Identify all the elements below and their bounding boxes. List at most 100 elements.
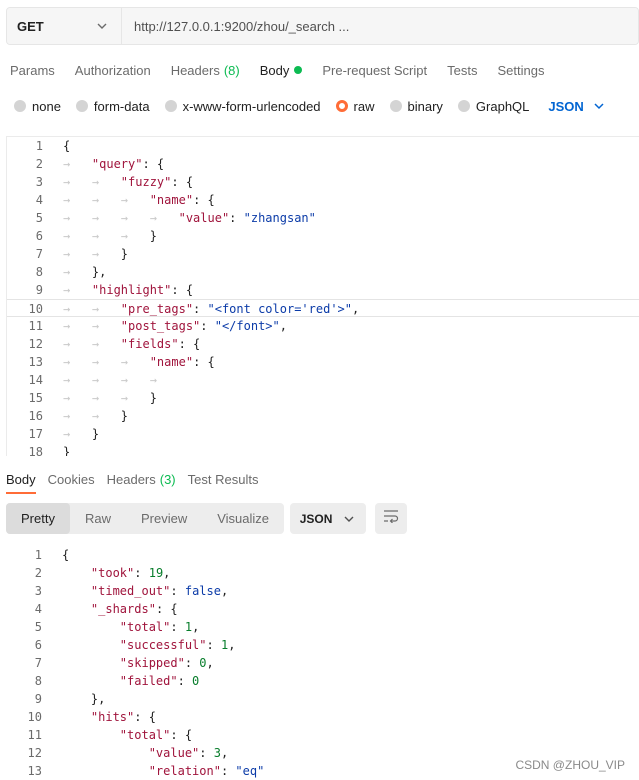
body-format-label: JSON [548,98,584,114]
line-number: 5 [34,620,42,634]
code-line: 15 → → → } [7,389,639,407]
json-key: "hits" [90,710,135,724]
body-format-dropdown[interactable]: JSON [548,99,605,114]
code-line: 16 → → } [7,407,639,425]
tab-authorization[interactable]: Authorization [65,52,161,88]
code-text: → → "fields": { [63,337,201,351]
method-selector[interactable]: GET [7,8,122,44]
radio-x-www-form-urlencoded[interactable]: x-www-form-urlencoded [164,99,321,114]
code-text: → → } [63,409,129,423]
code-line: 8 "failed": 0 [6,672,639,690]
tab-label: Params [10,62,55,78]
response-format-label: JSON [299,511,333,526]
url-input[interactable]: http://127.0.0.1:9200/zhou/_search ... [122,8,638,44]
line-number: 4 [35,193,43,207]
line-number: 11 [27,728,42,742]
request-body-editor[interactable]: 1{ 2 → "query": { 3 → → "fuzzy": { 4 → → → … [6,136,639,456]
json-key: "timed_out" [90,584,171,598]
json-boolean: false [184,584,221,598]
code-text: "successful": 1, [119,638,236,652]
json-number: 1 [184,620,193,634]
radio-form-data[interactable]: form-data [75,99,150,114]
code-line: 3 "timed_out": false, [6,582,639,600]
view-mode-raw[interactable]: Raw [70,503,126,534]
line-number: 10 [27,710,42,724]
tab-settings[interactable]: Settings [487,52,554,88]
json-string: "</font>" [214,319,280,333]
wrap-lines-button[interactable] [375,503,408,534]
request-url-bar: GET http://127.0.0.1:9200/zhou/_search .… [6,7,639,45]
response-toolbar: Pretty Raw Preview Visualize JSON [6,503,408,534]
response-tab-test-results[interactable]: Test Results [182,464,265,494]
code-line: 11 "total": { [6,726,639,744]
view-mode-pretty[interactable]: Pretty [6,503,70,534]
code-line: 9 → "highlight": { [7,281,639,299]
line-number: 8 [35,265,43,279]
response-tab-body[interactable]: Body [0,464,42,494]
line-number: 14 [28,373,43,387]
line-number: 2 [34,566,42,580]
response-tab-cookies[interactable]: Cookies [42,464,101,494]
line-number: 5 [35,211,43,225]
response-format-dropdown[interactable]: JSON [290,503,367,534]
code-line: 6 "successful": 1, [6,636,639,654]
json-key: "took" [90,566,135,580]
code-line: 11 → → "post_tags": "</font>", [7,317,639,335]
tab-label: Headers [106,471,156,487]
code-line: 17 → } [7,425,639,443]
code-text: }, [62,692,106,706]
body-active-dot-icon [294,66,303,74]
json-key: "query" [91,157,143,171]
code-line: 10 → → "pre_tags": "<font color='red'>", [7,299,639,317]
response-view-modes: Pretty Raw Preview Visualize [6,503,285,534]
code-line: 5 → → → → "value": "zhangsan" [7,209,639,227]
json-key: "total" [119,728,171,742]
json-number: 1 [220,638,229,652]
code-text: "hits": { [90,710,156,724]
tab-body[interactable]: Body [250,52,313,88]
radio-binary[interactable]: binary [389,99,443,114]
code-line: 1{ [6,546,639,564]
line-number: 10 [28,302,43,316]
radio-circle-icon [14,100,26,112]
tab-pre-request-script[interactable]: Pre-request Script [312,52,437,88]
code-text: { [62,548,70,562]
tab-headers[interactable]: Headers (8) [161,52,250,88]
code-text: } [63,445,71,456]
view-mode-visualize[interactable]: Visualize [202,503,284,534]
line-number: 16 [28,409,43,423]
tab-params[interactable]: Params [0,52,65,88]
json-key: "total" [119,620,171,634]
line-number: 6 [34,638,42,652]
response-body-viewer[interactable]: 1{ 2 "took": 19, 3 "timed_out": false, 4… [6,546,639,780]
code-line: 18} [7,443,639,456]
line-number: 7 [35,247,43,261]
response-tab-headers[interactable]: Headers (3) [101,464,182,494]
line-number: 12 [28,337,43,351]
code-line: 1{ [7,137,639,155]
json-key: "successful" [119,638,207,652]
radio-selected-icon [335,100,348,112]
line-number: 2 [35,157,43,171]
line-number: 13 [28,355,43,369]
radio-raw[interactable]: raw [335,99,375,114]
json-key: "highlight" [91,283,172,297]
radio-circle-icon [75,100,88,112]
radio-none[interactable]: none [14,99,61,114]
response-headers-count-badge: (3) [159,471,176,487]
json-number: 19 [148,566,164,580]
tab-label: Pre-request Script [322,62,428,78]
tab-tests[interactable]: Tests [437,52,487,88]
code-line: 14 → → → → [7,371,639,389]
wrap-lines-icon [383,509,399,528]
line-number: 3 [34,584,42,598]
code-line: 4 → → → "name": { [7,191,639,209]
watermark: CSDN @ZHOU_VIP [515,758,625,772]
json-key: "_shards" [90,602,156,616]
code-text: → → "fuzzy": { [63,175,194,189]
view-mode-preview[interactable]: Preview [126,503,202,534]
tab-label: Settings [497,62,545,78]
radio-graphql[interactable]: GraphQL [457,99,529,114]
radio-label: none [32,98,61,114]
code-text: → → "pre_tags": "<font color='red'>", [63,302,360,316]
